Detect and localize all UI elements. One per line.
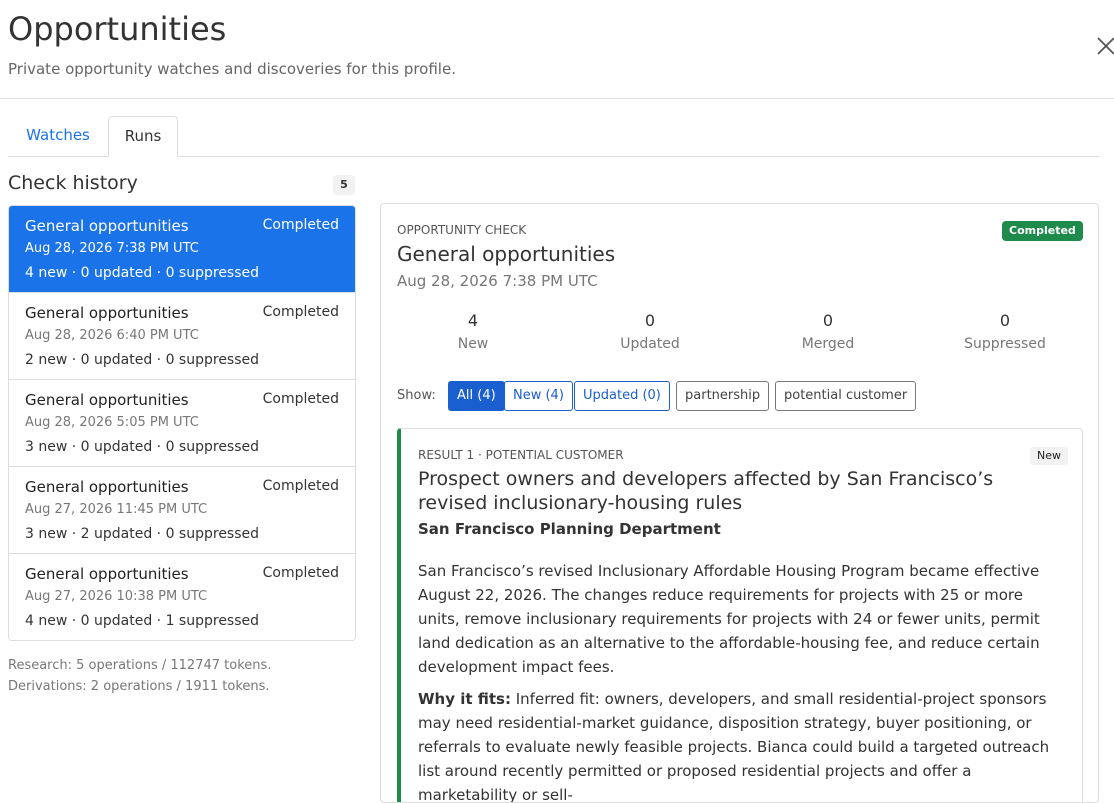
run-name: General opportunities <box>25 391 189 409</box>
result-why-it-fits: Why it fits: Inferred fit: owners, devel… <box>418 687 1068 803</box>
derivation-usage: Derivations: 2 operations / 1911 tokens. <box>8 679 270 694</box>
page-title: Opportunities <box>8 10 227 48</box>
result-source: San Francisco Planning Department <box>418 520 721 538</box>
stat-label: Updated <box>620 336 680 352</box>
filter-label: Show: <box>397 388 436 403</box>
result-kicker: RESULT 1 · POTENTIAL CUSTOMER <box>418 448 624 462</box>
run-date: Aug 28, 2026 6:40 PM UTC <box>25 328 199 343</box>
stat-value: 0 <box>822 311 834 330</box>
run-stats: 3 new · 2 updated · 0 suppressed <box>25 526 260 542</box>
why-label: Why it fits: <box>418 690 511 708</box>
tab-watches[interactable]: Watches <box>8 116 108 156</box>
run-date: Aug 27, 2026 11:45 PM UTC <box>25 502 208 517</box>
run-stats: 4 new · 0 updated · 0 suppressed <box>25 265 260 281</box>
run-name: General opportunities <box>25 478 189 496</box>
tab-runs[interactable]: Runs <box>108 116 178 157</box>
status-badge: Completed <box>1002 221 1083 241</box>
run-status: Completed <box>262 391 339 407</box>
stat-label: Merged <box>801 336 855 352</box>
close-icon[interactable] <box>1094 34 1114 58</box>
filter-partnership-button[interactable]: partnership <box>676 381 770 411</box>
run-status: Completed <box>262 565 339 581</box>
run-stats: 3 new · 0 updated · 0 suppressed <box>25 439 260 455</box>
page-subtitle: Private opportunity watches and discover… <box>8 60 456 78</box>
run-status: Completed <box>262 478 339 494</box>
stat-label: New <box>457 336 489 352</box>
run-name: General opportunities <box>25 304 189 322</box>
run-date: Aug 28, 2026 7:38 PM UTC <box>25 241 199 256</box>
detail-title: General opportunities <box>397 242 616 266</box>
run-stats: 4 new · 0 updated · 1 suppressed <box>25 613 260 629</box>
why-text: Inferred fit: owners, developers, and sm… <box>418 690 1050 803</box>
result-title: Prospect owners and developers affected … <box>418 468 994 514</box>
run-item[interactable]: General opportunities Completed Aug 27, … <box>9 467 355 554</box>
stat-value: 4 <box>467 311 479 330</box>
stat-value: 0 <box>644 311 656 330</box>
filter-new-button[interactable]: New (4) <box>504 381 573 411</box>
result-body: San Francisco’s revised Inclusionary Aff… <box>418 562 1040 676</box>
modal-header: Opportunities Private opportunity watche… <box>0 0 1114 99</box>
result-card: RESULT 1 · POTENTIAL CUSTOMER New Prospe… <box>397 428 1083 803</box>
stat-suppressed: 0 Suppressed <box>915 311 1095 352</box>
tab-bar: Watches Runs <box>8 116 1099 157</box>
run-name: General opportunities <box>25 217 189 235</box>
run-date: Aug 27, 2026 10:38 PM UTC <box>25 589 208 604</box>
run-item[interactable]: General opportunities Completed Aug 28, … <box>9 206 355 293</box>
run-stats: 2 new · 0 updated · 0 suppressed <box>25 352 260 368</box>
filter-updated-button[interactable]: Updated (0) <box>574 381 670 411</box>
filter-potential-customer-button[interactable]: potential customer <box>775 381 917 411</box>
stat-label: Suppressed <box>964 336 1046 352</box>
run-status: Completed <box>262 304 339 320</box>
filter-all-button[interactable]: All (4) <box>448 381 505 411</box>
run-item[interactable]: General opportunities Completed Aug 28, … <box>9 380 355 467</box>
run-detail-panel: OPPORTUNITY CHECK Completed General oppo… <box>380 203 1099 803</box>
stat-value: 0 <box>999 311 1011 330</box>
stat-merged: 0 Merged <box>738 311 918 352</box>
stat-new: 4 New <box>383 311 563 352</box>
run-name: General opportunities <box>25 565 189 583</box>
run-history-list: General opportunities Completed Aug 28, … <box>8 205 356 641</box>
history-title: Check history <box>8 172 138 194</box>
run-status: Completed <box>262 217 339 233</box>
detail-date: Aug 28, 2026 7:38 PM UTC <box>397 272 598 290</box>
stat-updated: 0 Updated <box>560 311 740 352</box>
history-count-badge: 5 <box>333 175 355 195</box>
run-item[interactable]: General opportunities Completed Aug 27, … <box>9 554 355 640</box>
run-item[interactable]: General opportunities Completed Aug 28, … <box>9 293 355 380</box>
run-date: Aug 28, 2026 5:05 PM UTC <box>25 415 199 430</box>
research-usage: Research: 5 operations / 112747 tokens. <box>8 658 272 673</box>
detail-kicker: OPPORTUNITY CHECK <box>397 223 527 237</box>
new-badge: New <box>1030 447 1068 465</box>
